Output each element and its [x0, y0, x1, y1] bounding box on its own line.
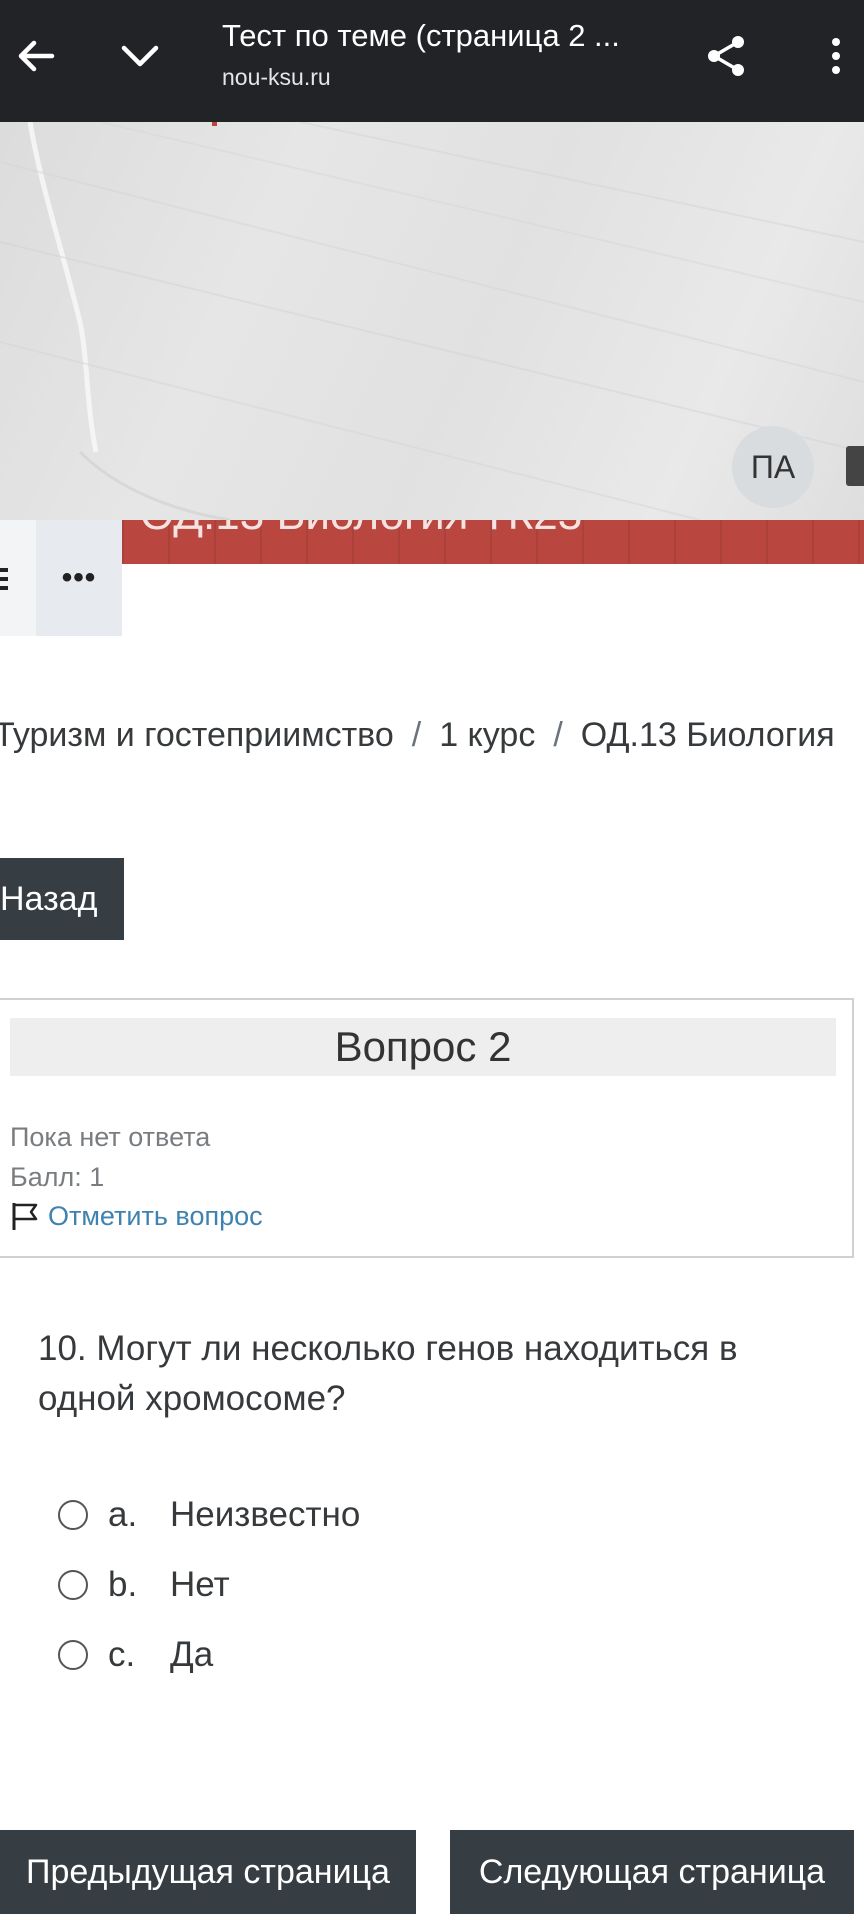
question-status: Пока нет ответа — [10, 1122, 211, 1152]
flag-icon — [12, 1203, 38, 1230]
option-letter: c. — [108, 1635, 136, 1674]
breadcrumb-item[interactable]: ОД.13 Биология — [581, 716, 835, 754]
chevron-down-icon[interactable] — [104, 20, 176, 92]
option-label: Неизвестно — [170, 1495, 361, 1534]
page-url[interactable]: nou-ksu.ru — [222, 64, 331, 91]
breadcrumb-item[interactable]: Туризм и гостеприимство — [0, 716, 394, 754]
option-label: Нет — [170, 1565, 230, 1604]
more-menu-button[interactable]: ••• — [36, 520, 122, 636]
answer-option[interactable]: c. Да — [58, 1630, 213, 1680]
answer-option[interactable]: b. Нет — [58, 1560, 230, 1610]
comment-icon[interactable] — [846, 446, 864, 486]
option-label: Да — [170, 1635, 214, 1674]
user-avatar[interactable]: ПА — [732, 426, 814, 508]
flag-question-link[interactable]: Отметить вопрос — [10, 1200, 263, 1232]
breadcrumb-separator: / — [553, 716, 563, 754]
flag-question-label: Отметить вопрос — [48, 1200, 263, 1231]
course-banner-title: ОД.13 Биология ТК23 — [140, 520, 582, 540]
answer-option[interactable]: a. Неизвестно — [58, 1490, 360, 1540]
question-text: 10. Могут ли несколько генов находиться … — [38, 1329, 738, 1418]
next-page-button[interactable]: Следующая страница — [450, 1830, 854, 1914]
radio-button[interactable] — [58, 1640, 88, 1670]
browser-top-bar: Тест по теме (страница 2 ... nou-ksu.ru — [0, 0, 864, 122]
breadcrumb: Туризм и гостеприимство / 1 курс / ОД.13 Био… — [0, 716, 835, 755]
drawer-toggle[interactable] — [0, 520, 36, 636]
breadcrumb-separator: / — [411, 716, 422, 754]
previous-page-button[interactable]: Предыдущая страница — [0, 1830, 416, 1914]
menu-icon — [0, 568, 8, 595]
avatar-initials: ПА — [750, 448, 796, 485]
question-number: Вопрос 2 — [10, 1018, 836, 1076]
breadcrumb-item[interactable]: 1 курс — [439, 716, 535, 754]
page-title: Тест по теме (страница 2 ... — [222, 18, 620, 53]
course-banner: ОД.13 Биология ТК23 — [122, 520, 864, 564]
radio-button[interactable] — [58, 1500, 88, 1530]
more-vertical-icon[interactable] — [800, 20, 864, 92]
share-icon[interactable] — [690, 20, 762, 92]
back-button[interactable]: Назад — [0, 858, 124, 940]
question-info-panel: Вопрос 2 Пока нет ответа Балл: 1 Отметит… — [0, 998, 854, 1258]
option-letter: a. — [108, 1495, 138, 1534]
back-arrow-icon[interactable] — [0, 20, 72, 92]
question-grade: Балл: 1 — [10, 1162, 105, 1192]
radio-button[interactable] — [58, 1570, 88, 1600]
option-letter: b. — [108, 1565, 138, 1604]
